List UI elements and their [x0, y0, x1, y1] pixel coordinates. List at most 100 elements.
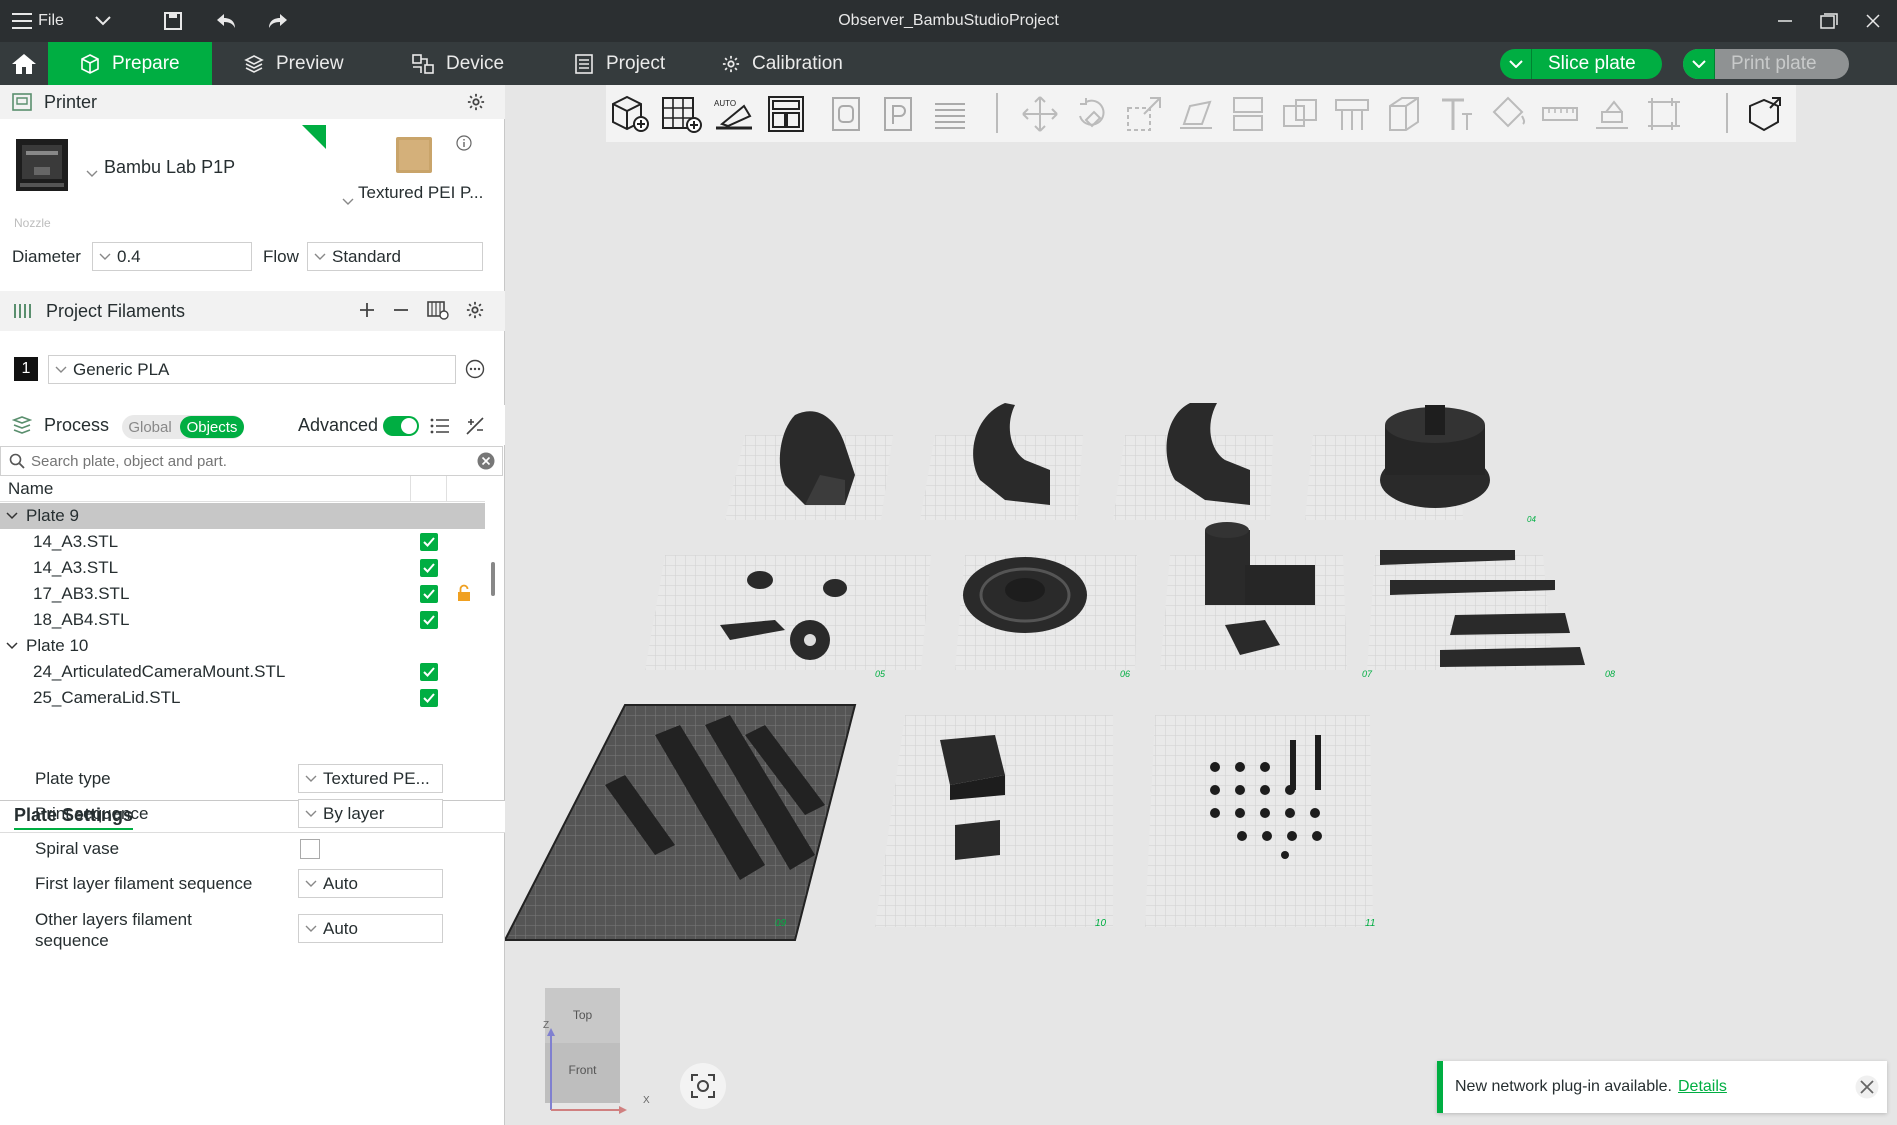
other-layers-label-line-2: sequence — [35, 931, 109, 950]
print-plate-button[interactable]: Print plate — [1683, 49, 1849, 79]
printer-section-header: Printer — [0, 85, 505, 119]
other-layers-label-line-1: Other layers filament — [35, 910, 192, 929]
chevron-down-icon — [6, 512, 18, 520]
filament-settings-button[interactable] — [466, 301, 484, 324]
filament-edit-button[interactable] — [465, 359, 485, 384]
tab-preview[interactable]: Preview — [244, 42, 374, 85]
tree-row-plate-9[interactable]: Plate 9 — [0, 503, 485, 529]
axis-x-label: X — [643, 1095, 650, 1106]
close-notification-button[interactable] — [1855, 1075, 1879, 1104]
filament-select[interactable]: Generic PLA — [48, 355, 456, 384]
tree-row-object[interactable]: 25_CameraLid.STL — [0, 685, 485, 711]
camera-view-button[interactable] — [680, 1063, 726, 1109]
slice-dropdown[interactable] — [1500, 49, 1532, 79]
home-button[interactable] — [0, 42, 48, 85]
chevron-down-icon — [99, 253, 111, 261]
tab-project[interactable]: Project — [574, 42, 704, 85]
build-plate-10[interactable]: 10 — [875, 715, 1113, 929]
device-icon — [412, 53, 434, 74]
tree-row-object[interactable]: 17_AB3.STL — [0, 581, 485, 607]
axis-gizmo — [547, 1028, 627, 1114]
close-window-button[interactable] — [1858, 0, 1888, 42]
flow-select[interactable]: Standard — [307, 242, 483, 271]
tab-calibration[interactable]: Calibration — [722, 42, 872, 85]
printer-name: Bambu Lab P1P — [104, 157, 236, 177]
object-visible-checkbox[interactable] — [420, 559, 438, 577]
plate-number: 07 — [1362, 669, 1373, 679]
sync-filament-button[interactable] — [427, 300, 449, 325]
undo-button[interactable] — [210, 0, 242, 42]
plate-number: 04 — [1527, 515, 1536, 524]
diameter-select[interactable]: 0.4 — [92, 242, 252, 271]
object-visible-checkbox[interactable] — [420, 689, 438, 707]
plate-type-select[interactable]: Textured PE... — [298, 764, 443, 793]
advanced-toggle[interactable] — [383, 416, 419, 436]
print-dropdown[interactable] — [1683, 49, 1715, 79]
build-plate-11[interactable]: 11 — [1145, 715, 1375, 929]
save-button[interactable] — [158, 0, 188, 42]
close-icon — [1866, 14, 1880, 28]
first-layer-sequence-value: Auto — [323, 873, 358, 893]
printer-settings-button[interactable] — [467, 93, 485, 116]
minimize-button[interactable] — [1770, 0, 1800, 42]
build-plate-name: Textured PEI P... — [358, 183, 484, 202]
tree-row-object[interactable]: 14_A3.STL — [0, 555, 485, 581]
other-layers-sequence-select[interactable]: Auto — [298, 914, 443, 943]
tree-row-object[interactable]: 18_AB4.STL — [0, 607, 485, 633]
clear-search-button[interactable] — [477, 452, 495, 475]
plate-number: 10 — [1095, 918, 1107, 929]
process-scope-global[interactable]: Global — [124, 417, 176, 437]
build-plate-2[interactable]: 02 — [920, 403, 1144, 522]
minus-icon — [394, 309, 408, 311]
print-sequence-select[interactable]: By layer — [298, 799, 443, 828]
build-plate-1[interactable]: 01 — [725, 411, 942, 522]
remove-filament-button[interactable] — [392, 301, 410, 324]
filament-slot-index[interactable]: 1 — [14, 357, 38, 381]
tab-device[interactable]: Device — [412, 42, 542, 85]
build-plate-3[interactable]: 03 — [1113, 403, 1339, 522]
object-visible-checkbox[interactable] — [420, 533, 438, 551]
layers-icon — [244, 54, 264, 73]
process-scope-objects[interactable]: Objects — [180, 416, 244, 438]
object-visible-checkbox[interactable] — [420, 611, 438, 629]
printer-selector[interactable]: Bambu Lab P1P — [4, 125, 326, 213]
plate-number: 09 — [775, 918, 787, 929]
object-visible-checkbox[interactable] — [420, 585, 438, 603]
redo-button[interactable] — [262, 0, 294, 42]
build-plate-8[interactable]: 08 — [1367, 550, 1615, 679]
notification-details-link[interactable]: Details — [1678, 1078, 1727, 1096]
maximize-button[interactable] — [1814, 0, 1844, 42]
tree-row-object[interactable]: 14_A3.STL — [0, 529, 485, 555]
object-search-input[interactable] — [31, 450, 471, 472]
build-plate-4[interactable]: 04 — [1305, 405, 1536, 524]
object-visible-checkbox[interactable] — [420, 663, 438, 681]
build-plate-6[interactable]: 06 — [955, 555, 1137, 679]
close-icon — [1855, 1075, 1879, 1099]
spiral-vase-checkbox[interactable] — [300, 839, 320, 859]
info-icon — [456, 135, 472, 151]
tab-prepare[interactable]: Prepare — [48, 42, 212, 85]
process-compare-button[interactable] — [465, 417, 485, 440]
lock-icon[interactable] — [457, 584, 471, 607]
object-name: 14_A3.STL — [33, 558, 119, 577]
tree-row-plate-10[interactable]: Plate 10 — [0, 633, 485, 659]
build-plate-5[interactable]: 05 — [645, 555, 931, 679]
home-icon — [12, 53, 36, 74]
process-list-button[interactable] — [430, 417, 450, 440]
slice-plate-button[interactable]: Slice plate — [1500, 49, 1662, 79]
build-plate-7[interactable]: 07 — [1160, 522, 1373, 679]
build-plate-selector[interactable]: Textured PEI P... — [332, 125, 500, 213]
file-menu-label: File — [38, 12, 64, 29]
object-list-scrollbar[interactable] — [491, 562, 495, 596]
3d-viewport[interactable]: AUTO 04 05 06 07 08 09 10 11 Top Front Z… — [505, 85, 1897, 1125]
first-layer-sequence-select[interactable]: Auto — [298, 869, 443, 898]
plate-info-button[interactable] — [456, 135, 472, 156]
tree-row-object[interactable]: 24_ArticulatedCameraMount.STL — [0, 659, 485, 685]
file-dropdown-button[interactable] — [88, 0, 118, 42]
build-plate-9-selected[interactable]: 09 — [505, 704, 857, 941]
chevron-down-icon — [342, 191, 354, 211]
file-menu-button[interactable]: File — [8, 0, 68, 42]
plate-number: 08 — [1605, 669, 1615, 679]
add-filament-button[interactable] — [358, 301, 376, 324]
plus-icon — [360, 303, 374, 317]
